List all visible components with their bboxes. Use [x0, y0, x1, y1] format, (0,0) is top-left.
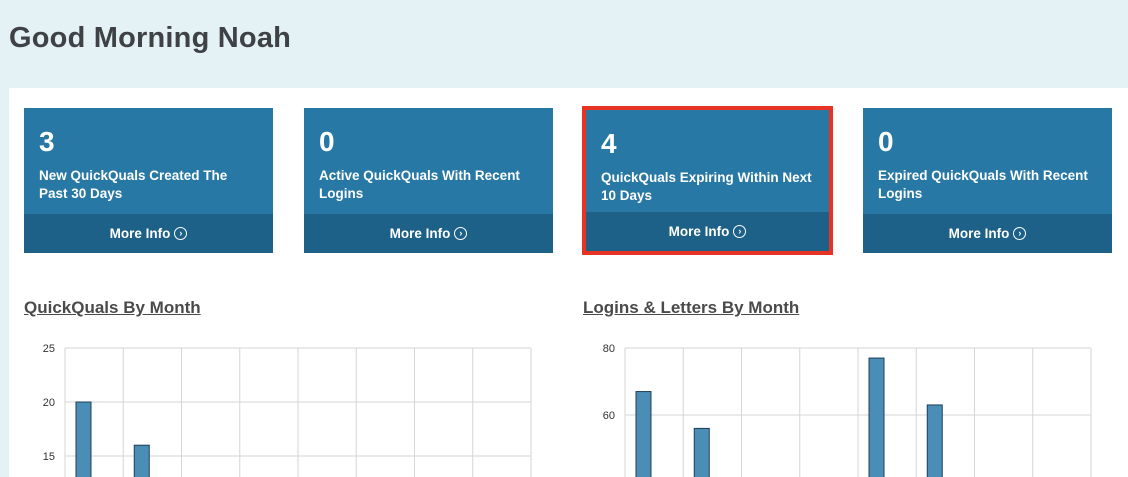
arrow-circle-right-icon: › — [454, 227, 468, 240]
bar[interactable] — [75, 401, 92, 477]
bar[interactable] — [926, 404, 943, 477]
card-count: 0 — [319, 126, 335, 157]
arrow-circle-right-icon: › — [174, 227, 188, 240]
chart-quickquals-by-month: 25 20 15 — [19, 336, 539, 477]
card-count: 4 — [601, 128, 617, 159]
y-tick-label: 25 — [43, 343, 55, 355]
card-description: Active QuickQuals With Recent Logins — [319, 168, 520, 201]
bar[interactable] — [133, 444, 150, 477]
more-info-button[interactable]: More Info › — [586, 212, 829, 251]
more-info-label: More Info — [389, 226, 451, 241]
bar[interactable] — [693, 427, 710, 477]
card-expired-quickquals: 0 Expired QuickQuals With Recent Logins … — [863, 108, 1112, 253]
card-active-quickquals: 0 Active QuickQuals With Recent Logins M… — [304, 108, 553, 253]
chart-logins-letters-by-month: 80 60 — [579, 336, 1099, 477]
card-description: QuickQuals Expiring Within Next 10 Days — [601, 170, 812, 203]
card-count: 0 — [878, 126, 894, 157]
y-tick-label: 60 — [603, 410, 615, 422]
chart-title-quickquals[interactable]: QuickQuals By Month — [24, 298, 201, 318]
more-info-label: More Info — [109, 226, 171, 241]
y-tick-label: 80 — [603, 343, 615, 355]
more-info-button[interactable]: More Info › — [304, 214, 553, 253]
y-tick-label: 20 — [43, 397, 55, 409]
dashboard-panel: 3 New QuickQuals Created The Past 30 Day… — [9, 88, 1128, 477]
more-info-label: More Info — [668, 224, 730, 239]
bar[interactable] — [635, 391, 652, 477]
card-expiring-quickquals: 4 QuickQuals Expiring Within Next 10 Day… — [582, 106, 833, 255]
card-count: 3 — [39, 126, 55, 157]
page-title: Good Morning Noah — [9, 22, 292, 54]
chart-svg: 25 20 15 — [43, 343, 532, 477]
chart-title-logins-letters[interactable]: Logins & Letters By Month — [583, 298, 799, 318]
card-description: New QuickQuals Created The Past 30 Days — [39, 168, 228, 201]
more-info-button[interactable]: More Info › — [24, 214, 273, 253]
bar[interactable] — [868, 357, 885, 477]
more-info-button[interactable]: More Info › — [863, 214, 1112, 253]
arrow-circle-right-icon: › — [1013, 227, 1027, 240]
chart-svg: 80 60 — [603, 343, 1092, 477]
y-tick-label: 15 — [43, 451, 55, 463]
arrow-circle-right-icon: › — [733, 225, 747, 238]
card-new-quickquals: 3 New QuickQuals Created The Past 30 Day… — [24, 108, 273, 253]
card-description: Expired QuickQuals With Recent Logins — [878, 168, 1088, 201]
more-info-label: More Info — [948, 226, 1010, 241]
